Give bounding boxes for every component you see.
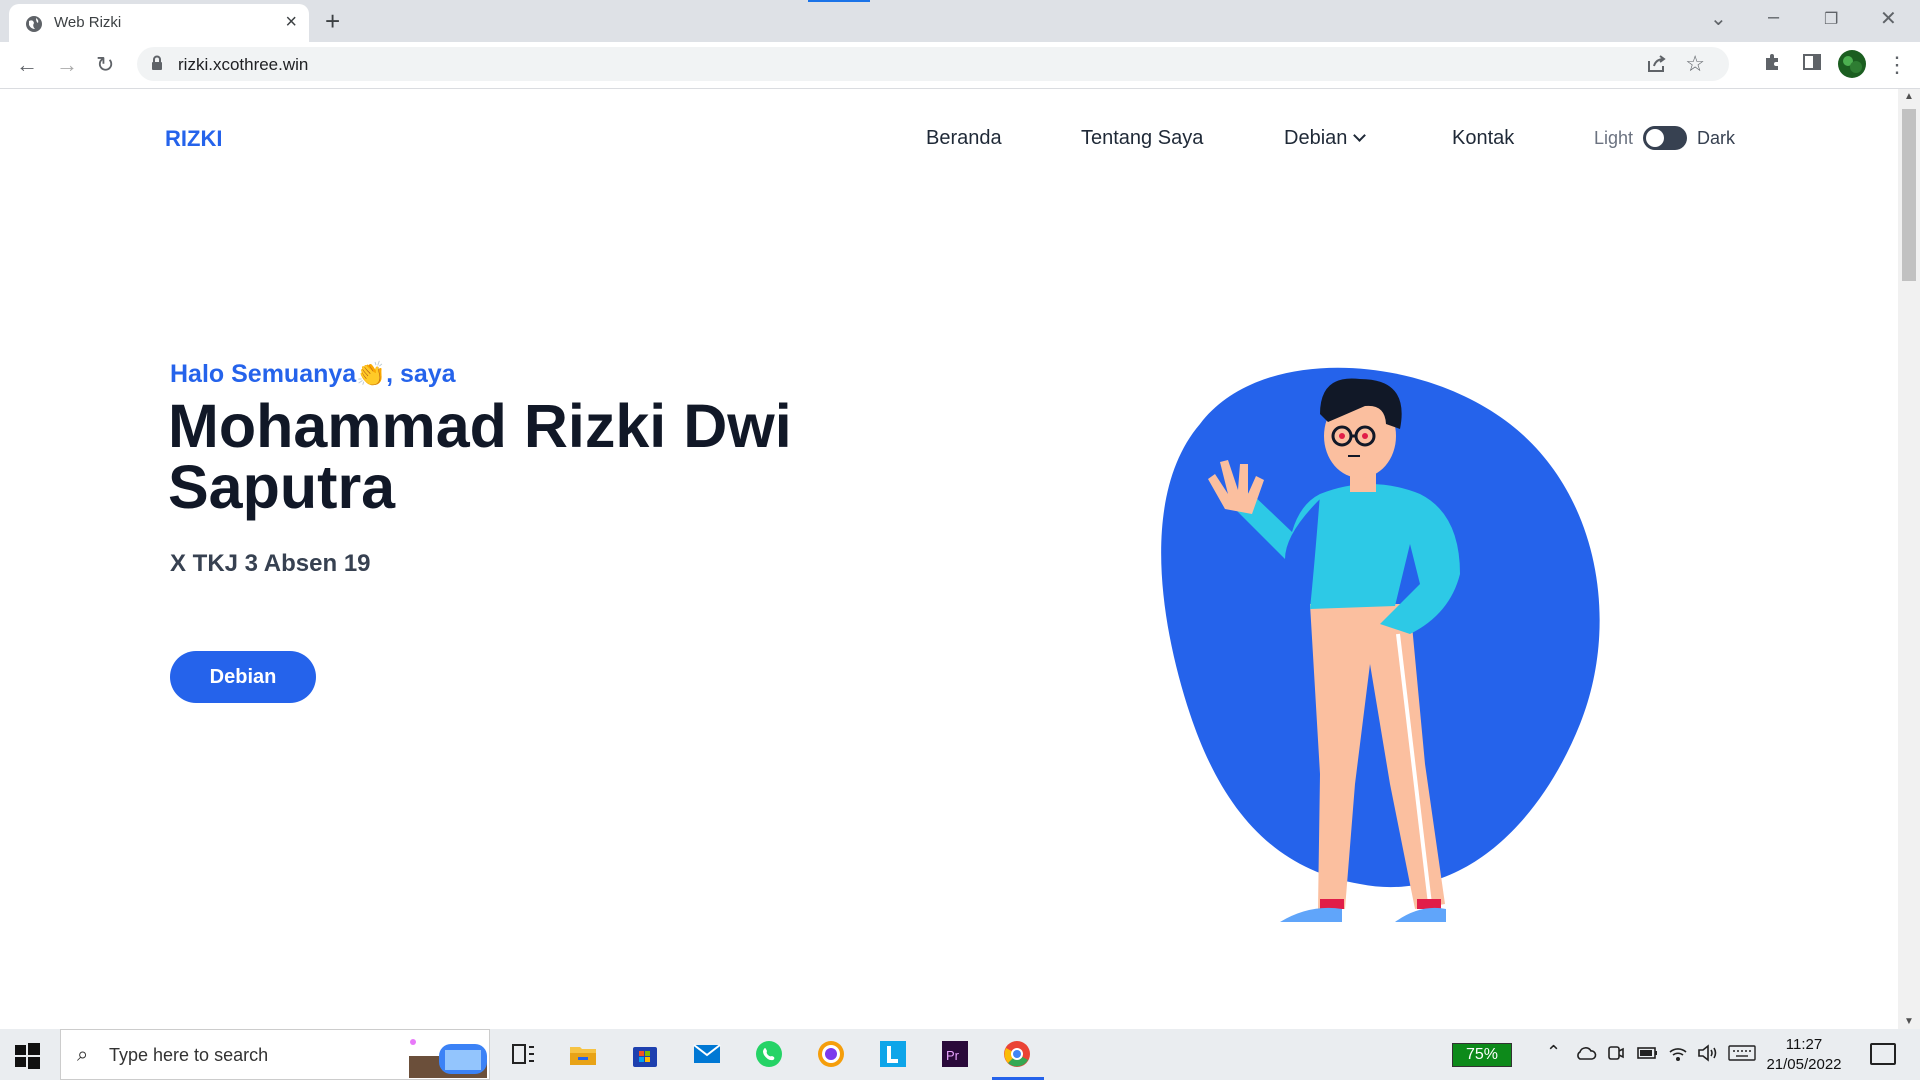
search-icon: ⌕ (77, 1044, 89, 1066)
reload-icon[interactable]: ↻ (96, 52, 114, 78)
toggle-knob (1646, 129, 1664, 147)
clock-time: 11:27 (1785, 1036, 1823, 1053)
battery-icon[interactable] (1637, 1045, 1659, 1061)
task-view-icon[interactable] (508, 1039, 538, 1069)
browser-tab[interactable]: Web Rizki × (9, 4, 309, 42)
chrome-icon[interactable] (1002, 1039, 1032, 1069)
back-icon[interactable]: ← (16, 52, 38, 78)
address-bar[interactable]: rizki.xcothree.win ☆ (137, 47, 1729, 81)
tab-indicator (808, 0, 870, 2)
minimize-icon[interactable]: – (1768, 6, 1779, 29)
web-page: RIZKI Beranda Tentang Saya Debian Kontak… (0, 89, 1898, 1029)
hero-subtitle: X TKJ 3 Absen 19 (170, 550, 371, 577)
search-placeholder: Type here to search (109, 1045, 269, 1065)
taskbar-search[interactable]: ⌕ Type here to search (60, 1029, 490, 1080)
menu-icon[interactable]: ⋮ (1886, 52, 1908, 78)
onedrive-icon[interactable] (1575, 1045, 1597, 1061)
chevron-up-icon[interactable]: ⌃ (1546, 1042, 1561, 1063)
browser-tab-bar: Web Rizki × + ⌄ – ❐ ✕ (0, 0, 1920, 42)
premiere-pro-icon[interactable]: Pr (940, 1039, 970, 1069)
scroll-down-icon[interactable]: ▼ (1904, 1016, 1914, 1027)
new-tab-icon[interactable]: + (325, 6, 340, 37)
debian-button[interactable]: Debian (170, 651, 316, 703)
extensions-icon[interactable] (1762, 52, 1782, 72)
bookmark-star-icon[interactable]: ☆ (1685, 51, 1705, 77)
site-logo[interactable]: RIZKI (165, 126, 222, 152)
svg-text:Pr: Pr (946, 1048, 960, 1063)
volume-icon[interactable] (1697, 1044, 1719, 1062)
tab-search-icon[interactable]: ⌄ (1710, 6, 1727, 31)
microsoft-store-icon[interactable] (630, 1039, 660, 1069)
page-scrollbar[interactable]: ▲ ▼ (1898, 89, 1920, 1029)
tab-close-icon[interactable]: × (285, 11, 297, 34)
scroll-up-icon[interactable]: ▲ (1904, 91, 1914, 102)
scrollbar-thumb[interactable] (1902, 109, 1916, 281)
nav-beranda[interactable]: Beranda (926, 127, 1002, 150)
taskbar-clock[interactable]: 11:27 21/05/2022 (1764, 1035, 1844, 1075)
nav-debian-label: Debian (1284, 127, 1348, 149)
l-app-icon[interactable] (878, 1039, 908, 1069)
restore-icon[interactable]: ❐ (1824, 9, 1838, 29)
notification-icon[interactable] (1870, 1043, 1896, 1065)
clapping-hands-icon: 👏 (356, 361, 387, 388)
greeting-text: Halo Semuanya (170, 360, 357, 388)
theme-toggle[interactable] (1643, 126, 1687, 150)
lock-icon (152, 55, 162, 70)
chevron-down-icon (1353, 129, 1367, 142)
hero-greeting: Halo Semuanya👏, saya (170, 360, 456, 389)
profile-avatar[interactable] (1838, 50, 1866, 78)
tor-browser-icon[interactable] (816, 1039, 846, 1069)
search-highlight-icon (409, 1039, 487, 1078)
whatsapp-icon[interactable] (754, 1039, 784, 1069)
globe-icon (26, 16, 42, 32)
greeting-suffix: , saya (386, 360, 456, 388)
battery-indicator[interactable]: 75% (1452, 1043, 1512, 1067)
windows-start-icon[interactable] (12, 1041, 42, 1071)
side-panel-icon[interactable] (1802, 52, 1822, 72)
wifi-icon[interactable] (1668, 1044, 1688, 1062)
keyboard-icon[interactable] (1728, 1044, 1756, 1062)
clock-date: 21/05/2022 (1766, 1056, 1842, 1073)
browser-toolbar: ← → ↻ rizki.xcothree.win ☆ ⋮ (0, 42, 1920, 89)
nav-tentang-saya[interactable]: Tentang Saya (1081, 127, 1203, 150)
hero-illustration (1161, 367, 1600, 922)
meet-now-icon[interactable] (1607, 1044, 1625, 1062)
forward-icon[interactable]: → (56, 52, 78, 78)
hero-name: Mohammad Rizki Dwi Saputra (168, 392, 792, 521)
nav-kontak[interactable]: Kontak (1452, 127, 1514, 150)
file-explorer-icon[interactable] (568, 1039, 598, 1069)
theme-light-label: Light (1594, 128, 1634, 148)
share-icon[interactable] (1647, 55, 1667, 73)
url-text: rizki.xcothree.win (178, 55, 309, 74)
tab-title: Web Rizki (54, 14, 122, 31)
nav-debian[interactable]: Debian (1284, 127, 1367, 150)
theme-dark-label: Dark (1697, 128, 1736, 148)
windows-taskbar: ⌕ Type here to search Pr 75% ⌃ 11:27 21/… (0, 1029, 1920, 1080)
mail-icon[interactable] (692, 1039, 722, 1069)
window-close-icon[interactable]: ✕ (1880, 6, 1897, 31)
